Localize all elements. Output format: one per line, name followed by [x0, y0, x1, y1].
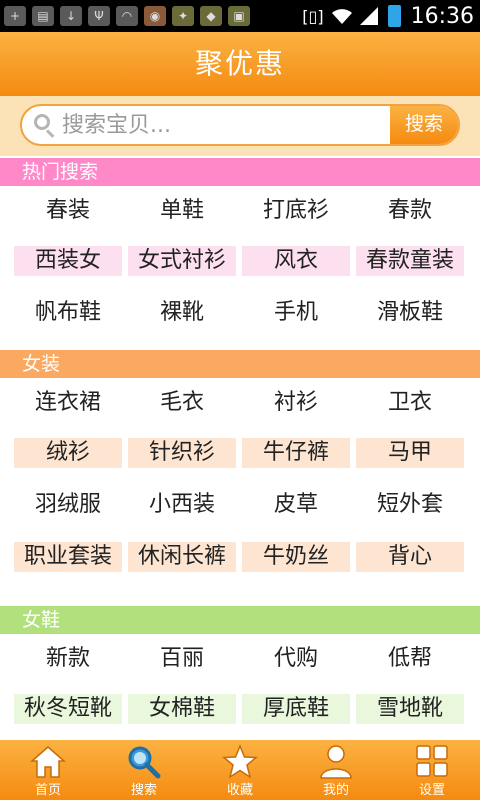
nav-mine[interactable]: 我的: [288, 740, 384, 800]
app-header: 聚优惠: [0, 32, 480, 96]
keyword-chip[interactable]: 女式衬衫: [128, 246, 236, 276]
section-header-women: 女装: [0, 350, 480, 378]
battery-icon: [387, 5, 401, 27]
keyword-chip[interactable]: 女棉鞋: [128, 694, 236, 724]
search-icon: [32, 112, 58, 138]
settings-grid-icon: [416, 745, 448, 777]
search-box: 搜索: [20, 104, 460, 146]
user-icon: [320, 745, 352, 779]
keyword-chip[interactable]: 帆布鞋: [14, 298, 122, 328]
keyword-chip[interactable]: 百丽: [128, 644, 236, 674]
usb-icon: Ψ: [88, 6, 110, 26]
keyword-chip[interactable]: 单鞋: [128, 196, 236, 226]
keyword-chip[interactable]: 牛仔裤: [242, 438, 350, 468]
keyword-chip[interactable]: 春款童装: [356, 246, 464, 276]
keyword-chip[interactable]: 春装: [14, 196, 122, 226]
keyword-chip[interactable]: 职业套装: [14, 542, 122, 572]
keyword-chip[interactable]: 新款: [14, 644, 122, 674]
nav-settings-label: 设置: [418, 783, 445, 798]
keyword-chip[interactable]: 羽绒服: [14, 490, 122, 520]
android-icon: ✦: [172, 6, 194, 26]
nav-search[interactable]: 搜索: [96, 740, 192, 800]
image-icon: ▣: [228, 6, 250, 26]
nav-home[interactable]: 首页: [0, 740, 96, 800]
shoes-keyword-grid: 新款 百丽 代购 低帮 秋冬短靴 女棉鞋 厚底鞋 雪地靴: [14, 634, 466, 734]
keyword-chip[interactable]: 马甲: [356, 438, 464, 468]
keyword-chip[interactable]: 厚底鞋: [242, 694, 350, 724]
keyword-chip[interactable]: 皮草: [242, 490, 350, 520]
keyword-chip[interactable]: 针织衫: [128, 438, 236, 468]
keyword-chip[interactable]: 风衣: [242, 246, 350, 276]
add-icon: +: [4, 6, 26, 26]
clock: 16:36: [410, 3, 474, 29]
nav-mine-label: 我的: [322, 783, 349, 798]
keyword-chip[interactable]: 秋冬短靴: [14, 694, 122, 724]
search-button[interactable]: 搜索: [390, 106, 458, 144]
keyword-chip[interactable]: 绒衫: [14, 438, 122, 468]
app-icon: ◉: [144, 6, 166, 26]
keyword-chip[interactable]: 背心: [356, 542, 464, 572]
signal-icon: [359, 7, 378, 25]
keyword-chip[interactable]: 低帮: [356, 644, 464, 674]
nav-favorites[interactable]: 收藏: [192, 740, 288, 800]
star-icon: [222, 744, 258, 779]
hot-keyword-grid: 春装 单鞋 打底衫 春款 西装女 女式衬衫 风衣 春款童装 帆布鞋 裸靴 手机 …: [14, 186, 466, 340]
section-header-shoes: 女鞋: [0, 606, 480, 634]
download-icon: ↓: [60, 6, 82, 26]
nav-home-label: 首页: [34, 783, 61, 798]
women-keyword-grid: 连衣裙 毛衣 衬衫 卫衣 绒衫 针织衫 牛仔裤 马甲 羽绒服 小西装 皮草 短外…: [14, 378, 466, 588]
keyword-chip[interactable]: 休闲长裤: [128, 542, 236, 572]
keyword-chip[interactable]: 衬衫: [242, 388, 350, 418]
keyword-chip[interactable]: 滑板鞋: [356, 298, 464, 328]
nav-search-label: 搜索: [130, 783, 157, 798]
notification-icons: + ▤ ↓ Ψ ◠ ◉ ✦ ◆ ▣: [4, 4, 256, 28]
status-bar: + ▤ ↓ Ψ ◠ ◉ ✦ ◆ ▣ [▯] 16:36: [0, 0, 480, 32]
search-field-wrap[interactable]: [22, 106, 392, 144]
keyword-chip[interactable]: 牛奶丝: [242, 542, 350, 572]
keyword-chip[interactable]: 卫衣: [356, 388, 464, 418]
keyword-chip[interactable]: 裸靴: [128, 298, 236, 328]
section-header-hot: 热门搜索: [0, 158, 480, 186]
bottom-nav: 首页 搜索 收藏 我的 设置: [0, 740, 480, 800]
chat-icon: ◆: [200, 6, 222, 26]
search-bar: 搜索: [0, 96, 480, 156]
keyword-chip[interactable]: 连衣裙: [14, 388, 122, 418]
system-icons: [▯] 16:36: [296, 2, 474, 30]
sim-icon: ▤: [32, 6, 54, 26]
search-input[interactable]: [62, 112, 382, 138]
keyword-chip[interactable]: 打底衫: [242, 196, 350, 226]
nav-settings[interactable]: 设置: [384, 740, 480, 800]
speedometer-icon: ◠: [116, 6, 138, 26]
keyword-chip[interactable]: 手机: [242, 298, 350, 328]
vibrate-icon: [▯]: [302, 6, 324, 26]
home-icon: [30, 746, 66, 778]
nav-favorites-label: 收藏: [226, 783, 253, 798]
keyword-chip[interactable]: 毛衣: [128, 388, 236, 418]
keyword-chip[interactable]: 代购: [242, 644, 350, 674]
keyword-chip[interactable]: 短外套: [356, 490, 464, 520]
keyword-chip[interactable]: 雪地靴: [356, 694, 464, 724]
keyword-chip[interactable]: 小西装: [128, 490, 236, 520]
search-icon: [128, 746, 161, 779]
keyword-chip[interactable]: 春款: [356, 196, 464, 226]
keyword-chip[interactable]: 西装女: [14, 246, 122, 276]
page-title: 聚优惠: [194, 47, 285, 80]
wifi-icon: [331, 9, 352, 24]
